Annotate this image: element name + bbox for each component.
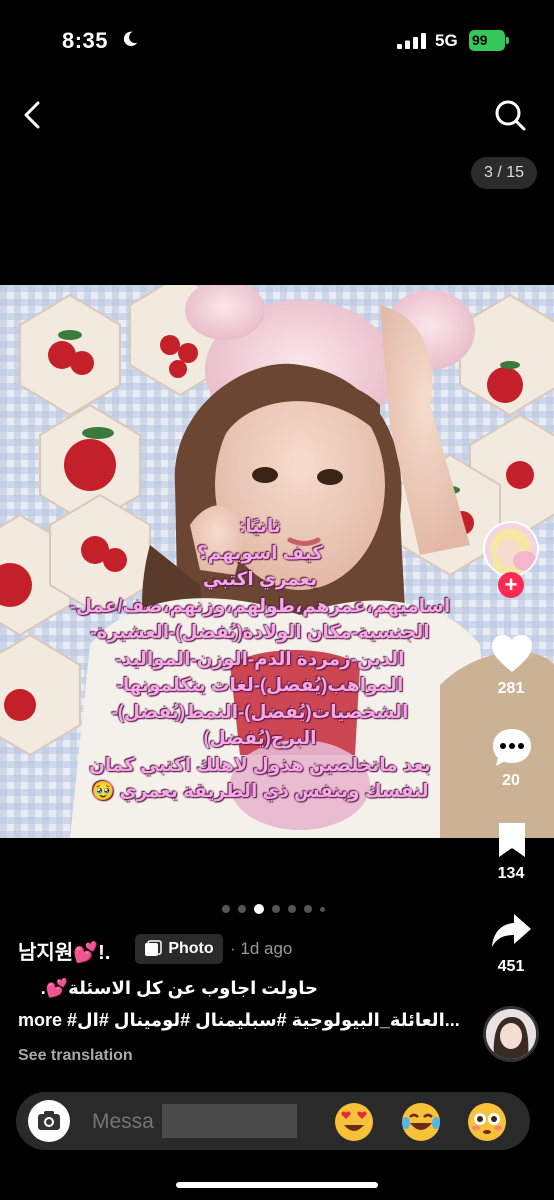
hashtags[interactable]: #العائلة_البيولوجية #سبليمنال #لومينال #…	[67, 1010, 460, 1030]
slide-dot	[288, 905, 296, 913]
overlay-line: اساميهم،عمرهم،طولهم،وزنهم،صف/عمل-	[69, 594, 451, 616]
slide-dot-active	[254, 904, 264, 914]
like-count: 281	[497, 680, 525, 697]
battery-level: 99	[472, 32, 488, 48]
camera-icon	[38, 1111, 60, 1130]
overlay-line: يعمري اكتبي	[202, 568, 318, 589]
emoji-heart-eyes-button[interactable]	[333, 1101, 375, 1143]
emoji-laughing-button[interactable]	[400, 1101, 442, 1143]
comment-icon[interactable]	[491, 727, 533, 769]
home-indicator	[176, 1182, 378, 1188]
redacted-block	[162, 1104, 297, 1138]
overlay-line: لنفسك وبنفس ذي الطريقة يعمري 🥹	[91, 780, 429, 801]
share-icon[interactable]	[490, 912, 532, 950]
overlay-line: كيف اسويهم؟	[196, 541, 323, 563]
bookmark-icon[interactable]	[496, 821, 528, 859]
camera-button[interactable]	[28, 1100, 70, 1142]
tears-of-joy-emoji-icon	[402, 1103, 440, 1141]
photo-icon	[145, 940, 163, 956]
more-link[interactable]: more	[18, 1010, 62, 1030]
overlay-line: الجنسية-مكان الولادة(يُفضل)-العشيرة-	[90, 621, 430, 642]
overlay-line: الشخصيات(يُفضل)-النمط(يُفضل)-	[111, 700, 409, 722]
status-time: 8:35	[62, 28, 109, 53]
slide-dot	[272, 905, 280, 913]
share-count: 451	[497, 958, 525, 975]
overlay-line: البرج(يُفضل)	[203, 727, 317, 748]
network-type: 5G	[435, 31, 458, 50]
moon-icon	[123, 31, 138, 47]
comment-count: 20	[502, 772, 520, 789]
creator-avatar[interactable]	[483, 521, 539, 577]
signal-icon	[397, 33, 426, 49]
author-name[interactable]: 남지원💕!.	[18, 936, 110, 965]
photo-badge-label: Photo	[168, 940, 214, 957]
slide-counter: 3 / 15	[471, 157, 537, 189]
slide-indicator	[222, 904, 325, 914]
battery-tip	[506, 37, 509, 44]
search-icon[interactable]	[492, 97, 528, 133]
back-icon[interactable]	[18, 98, 48, 132]
heart-icon[interactable]	[490, 634, 534, 674]
overlay-line: بعد ماتخلصين هذول لاهلك اكتبي كمان	[89, 753, 431, 775]
follow-button[interactable]: +	[498, 572, 524, 598]
photo-badge: Photo	[135, 934, 223, 964]
post-date: · 1d ago	[230, 939, 293, 958]
overlay-line: الدين-زمردة الدم-الوزن-المواليد-	[115, 647, 405, 669]
caption-text: حاولت اجاوب عن كل الاسئلة💕.	[40, 978, 318, 998]
overlay-text: ثانيًا: كيف اسويهم؟ يعمري اكتبي اساميهم،…	[60, 513, 460, 805]
music-avatar-image	[486, 1009, 536, 1059]
slide-dot	[320, 906, 325, 912]
slide-dot	[222, 905, 230, 913]
save-count: 134	[497, 865, 525, 882]
avatar-image	[485, 523, 537, 575]
overlay-line: المواهب(يُفضل)-لغات يتكلمونها-	[116, 674, 404, 695]
slide-dot	[304, 905, 312, 913]
battery-icon: 99	[469, 30, 505, 51]
heart-eyes-emoji-icon	[335, 1103, 373, 1141]
music-disc-avatar[interactable]	[483, 1006, 539, 1062]
see-translation-link[interactable]: See translation	[18, 1047, 133, 1065]
emoji-flushed-button[interactable]	[466, 1101, 508, 1143]
flushed-emoji-icon	[468, 1103, 506, 1141]
overlay-line: ثانيًا:	[239, 515, 281, 536]
slide-dot	[238, 905, 246, 913]
hashtags-row[interactable]: more #العائلة_البيولوجية #سبليمنال #لومي…	[18, 1010, 460, 1031]
